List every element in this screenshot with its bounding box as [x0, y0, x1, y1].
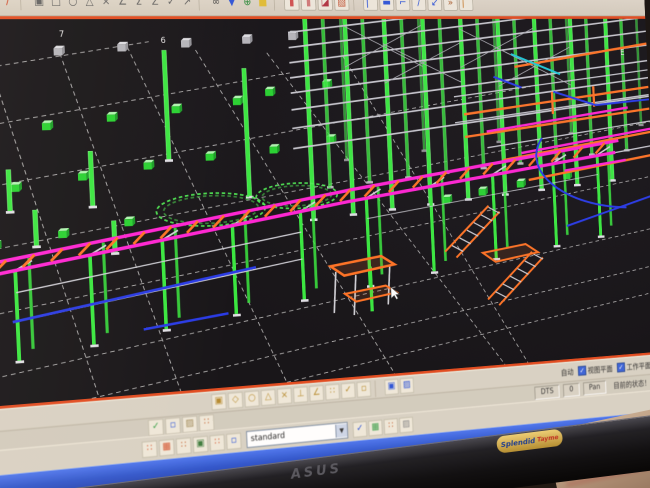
sticker-main-text: Splendid — [500, 436, 535, 448]
select-welds-icon[interactable]: ▫ — [226, 432, 242, 449]
curved-plate-icon[interactable]: ▨ — [334, 0, 350, 10]
filter-dots-icon[interactable]: ∷ — [384, 418, 398, 435]
structural-model-3d — [0, 19, 650, 408]
status-dots-icon[interactable]: ∷ — [199, 414, 215, 432]
snap-plane-icon[interactable]: ▣ — [384, 379, 398, 396]
column-tool-icon[interactable]: ▮ — [284, 0, 300, 10]
toolbar-row-2: ◆◇/▣□○△×∠ΣZ✓↗∞▼⊕■▮▮◪▨▏▬⌐/↙»▏ — [0, 0, 645, 16]
create-polybeam-icon[interactable]: ⌐ — [395, 0, 410, 10]
yellow-panel-icon[interactable]: ■ — [256, 0, 270, 9]
select-components-icon[interactable]: ∷ — [176, 437, 192, 455]
snap-free-icon[interactable]: ▫ — [357, 381, 372, 398]
snap-checkbox-0[interactable]: 自动 — [561, 366, 574, 378]
snap-checkbox-label: 视图平面 — [587, 363, 612, 376]
select-all-icon[interactable]: ∷ — [142, 440, 158, 458]
filter-funnel-icon[interactable]: ▼ — [224, 0, 239, 9]
select-bolts-icon[interactable]: ∷ — [209, 434, 225, 452]
snap-z-icon[interactable]: Z — [147, 0, 162, 9]
snap-perp-icon[interactable]: ⊥ — [293, 386, 308, 403]
sticker-sub-text: Tayme — [537, 434, 559, 444]
snap-triangle-icon[interactable]: △ — [82, 0, 97, 9]
create-sloped-beam-icon[interactable]: / — [411, 0, 426, 10]
filter-ok-icon[interactable]: ✓ — [353, 420, 368, 437]
asus-logo: ASUS — [290, 461, 343, 482]
grid-label: 7 — [59, 30, 65, 40]
checkbox-checked-icon[interactable]: ✓ — [578, 366, 587, 376]
photo-of-monitor: ▤▦▣◫◆◧◨↙↗⊞▥■● ◆◇/▣□○△×∠ΣZ✓↗∞▼⊕■▮▮◪▨▏▬⌐/↙… — [0, 0, 650, 488]
snap-intersection-icon[interactable]: × — [98, 0, 113, 9]
filter-hatch-icon[interactable]: ▨ — [399, 416, 413, 433]
status-box-icon[interactable]: ▫ — [165, 417, 181, 435]
snap-center-icon[interactable]: ○ — [65, 0, 81, 9]
plate-tool-icon[interactable]: ◪ — [317, 0, 333, 10]
filter-grid-icon[interactable]: ▦ — [368, 419, 383, 436]
pan-indicator[interactable]: Pan — [583, 380, 607, 395]
snap-depth-icon[interactable]: ▨ — [400, 377, 414, 394]
snap-diamond-icon[interactable]: ◇ — [228, 392, 244, 409]
construction-line-icon[interactable]: / — [0, 0, 16, 9]
selection-filter-value: standard — [247, 427, 336, 445]
status-hatch-icon[interactable]: ▨ — [182, 415, 198, 433]
snap-cross-icon[interactable]: × — [277, 388, 292, 405]
snap-endpoint-icon[interactable]: ▣ — [31, 0, 47, 9]
binoculars-icon[interactable]: ∞ — [209, 0, 224, 9]
grid-label: E — [620, 49, 625, 58]
grid-label: 6 — [160, 36, 166, 46]
sum-icon[interactable]: Σ — [131, 0, 146, 9]
snap-settings-icon[interactable]: ⊕ — [240, 0, 254, 9]
monitor-screen: ▤▦▣◫◆◧◨↙↗⊞▥■● ◆◇/▣□○△×∠ΣZ✓↗∞▼⊕■▮▮◪▨▏▬⌐/↙… — [0, 0, 650, 488]
create-twin-beam-icon[interactable]: » — [443, 0, 458, 10]
snap-points-icon[interactable]: ▣ — [211, 393, 227, 410]
snap-checkbox-label: 自动 — [561, 366, 574, 378]
snap-angle-icon[interactable]: ∠ — [309, 385, 324, 402]
snap-perpendicular-icon[interactable]: ∠ — [115, 0, 130, 9]
checkbox-checked-icon[interactable]: ✓ — [617, 362, 625, 372]
create-column-icon[interactable]: ▏ — [363, 0, 378, 10]
select-parts-icon[interactable]: ▦ — [159, 438, 175, 456]
dts-toggle[interactable]: DTS — [534, 384, 560, 399]
status-check-icon[interactable]: ✓ — [148, 418, 164, 436]
snap-depth-value: 0 — [563, 382, 580, 397]
check-icon[interactable]: ✓ — [164, 0, 179, 9]
twin-column-icon[interactable]: ▮ — [301, 0, 317, 10]
mouse-cursor — [391, 286, 400, 299]
status-prompt: 目前的状态！ — [613, 377, 650, 391]
arrow-ne-icon[interactable]: ↗ — [180, 0, 195, 9]
snap-midpoint-icon[interactable]: □ — [48, 0, 64, 9]
snap-tri-icon[interactable]: △ — [261, 389, 276, 406]
model-viewport[interactable]: 376E — [0, 19, 650, 408]
create-orange-member-icon[interactable]: ▏ — [459, 0, 474, 10]
chevron-down-icon[interactable]: ▼ — [335, 424, 347, 438]
snap-grid-icon[interactable]: ∷ — [325, 384, 340, 401]
snap-circle-icon[interactable]: ○ — [244, 390, 259, 407]
create-beam-icon[interactable]: ▬ — [379, 0, 394, 10]
snap-checkbox-label: 工作平面 — [626, 360, 650, 372]
snap-check-icon[interactable]: ✓ — [341, 382, 356, 399]
select-points-icon[interactable]: ▣ — [193, 435, 209, 453]
create-curved-beam-icon[interactable]: ↙ — [427, 0, 442, 10]
snap-checkbox-1[interactable]: ✓视图平面 — [578, 363, 613, 376]
snap-checkbox-2[interactable]: ✓工作平面 — [617, 360, 650, 373]
